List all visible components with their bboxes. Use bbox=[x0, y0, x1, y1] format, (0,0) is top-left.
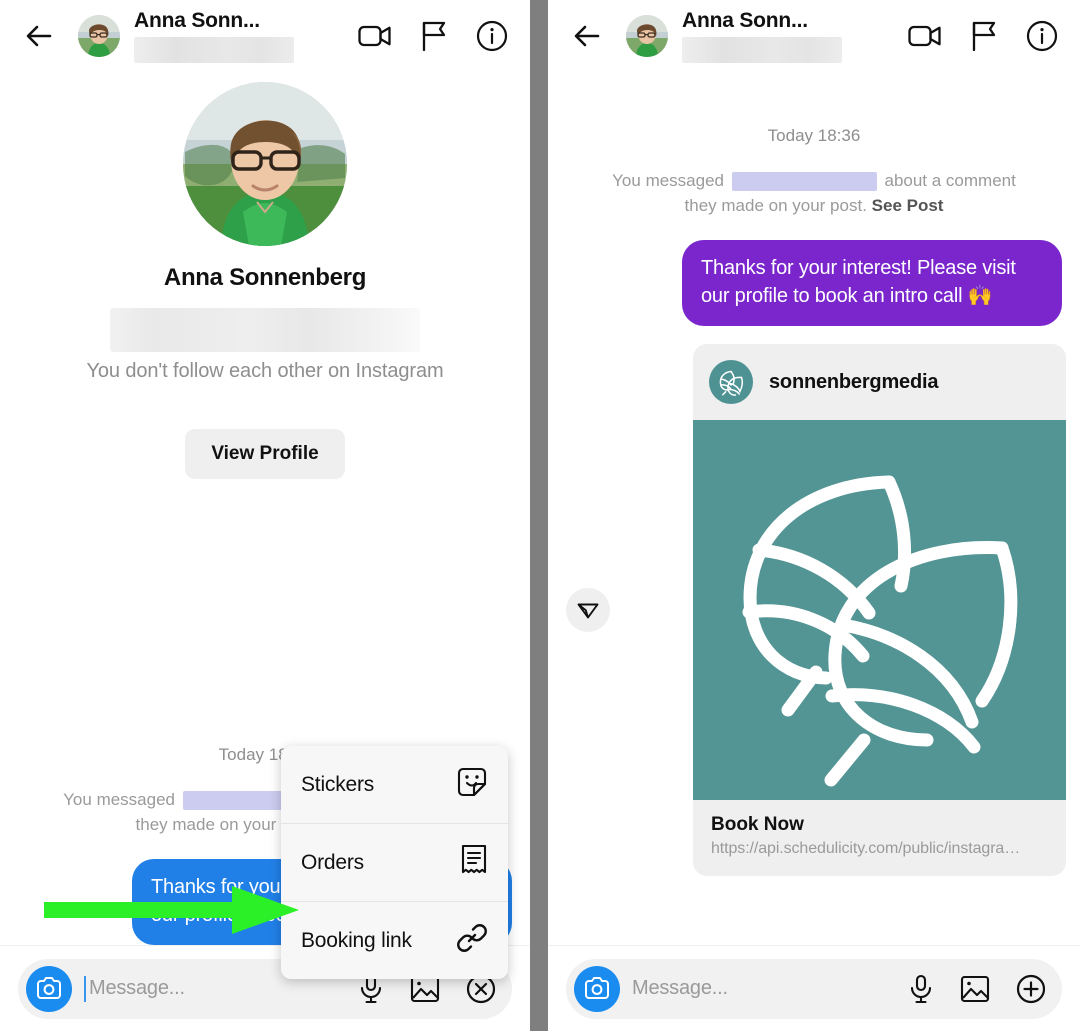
menu-item-orders[interactable]: Orders bbox=[281, 823, 508, 901]
message-composer-right: Message... bbox=[548, 945, 1080, 1031]
avatar-photo bbox=[78, 15, 120, 57]
day-timestamp: Today 18:36 bbox=[767, 126, 861, 145]
redacted-handle-bar bbox=[682, 37, 842, 63]
composer-pill: Message... bbox=[566, 958, 1062, 1019]
system-message-prefix: You messaged bbox=[63, 790, 176, 809]
menu-item-label: Stickers bbox=[301, 772, 375, 796]
right-screenshot-panel: Anna Sonn... Today 18:36 You messaged ab… bbox=[548, 0, 1080, 1031]
avatar[interactable] bbox=[626, 15, 668, 57]
link-card-image bbox=[693, 420, 1066, 800]
composer-action-icons bbox=[908, 974, 1046, 1004]
receipt-icon bbox=[460, 844, 488, 881]
link-icon bbox=[456, 922, 488, 959]
info-icon[interactable] bbox=[1026, 20, 1058, 52]
menu-item-label: Orders bbox=[301, 850, 364, 874]
info-icon[interactable] bbox=[476, 20, 508, 52]
profile-avatar[interactable] bbox=[183, 82, 347, 246]
chat-header-left: Anna Sonn... bbox=[0, 0, 530, 72]
link-card-header: sonnenbergmedia bbox=[693, 344, 1066, 420]
back-arrow-icon[interactable] bbox=[570, 19, 604, 53]
profile-name: Anna Sonnenberg bbox=[163, 264, 367, 291]
microphone-icon[interactable] bbox=[908, 974, 934, 1004]
system-message-prefix: You messaged bbox=[612, 171, 725, 190]
profile-photo bbox=[183, 82, 347, 246]
link-card-url: https://api.schedulicity.com/public/inst… bbox=[711, 840, 1021, 857]
leaf-logo-artwork bbox=[742, 475, 1018, 787]
video-call-icon[interactable] bbox=[908, 23, 942, 49]
chat-header-right: Anna Sonn... bbox=[548, 0, 1080, 72]
flag-icon[interactable] bbox=[420, 20, 448, 52]
follow-status-note: You don't follow each other on Instagram bbox=[86, 360, 444, 382]
attachment-popup-menu: Stickers Orders Booking link bbox=[281, 746, 508, 979]
message-thread-right: Today 18:36 You messaged about a comment… bbox=[548, 120, 1080, 876]
chat-title: Anna Sonn... bbox=[682, 9, 808, 32]
redacted-handle-bar bbox=[134, 37, 294, 63]
link-card-footer: Book Now https://api.schedulicity.com/pu… bbox=[693, 800, 1066, 876]
menu-item-booking-link[interactable]: Booking link bbox=[281, 901, 508, 979]
camera-icon[interactable] bbox=[574, 965, 620, 1012]
message-bubble[interactable]: Thanks for your interest! Please visit o… bbox=[682, 240, 1062, 326]
redacted-profile-handle-bar bbox=[110, 308, 420, 352]
video-call-icon[interactable] bbox=[358, 23, 392, 49]
menu-item-label: Booking link bbox=[301, 928, 412, 952]
link-card-row: sonnenbergmedia Book Now https://api.sch… bbox=[548, 326, 1080, 876]
two-screenshot-comparison: Anna Sonn... Anna Sonnenberg You don't f… bbox=[0, 0, 1080, 1031]
profile-block: Anna Sonnenberg You don't follow each ot… bbox=[0, 72, 530, 479]
view-profile-button[interactable]: View Profile bbox=[185, 429, 345, 479]
system-message: You messaged about a comment they made o… bbox=[548, 168, 1080, 218]
send-paperplane-icon[interactable] bbox=[566, 588, 610, 632]
chat-title: Anna Sonn... bbox=[134, 9, 260, 32]
menu-item-stickers[interactable]: Stickers bbox=[281, 746, 508, 823]
back-arrow-icon[interactable] bbox=[22, 19, 56, 53]
text-caret bbox=[84, 975, 86, 1002]
see-post-link[interactable]: See Post bbox=[872, 196, 944, 215]
panel-divider bbox=[530, 0, 548, 1031]
outgoing-message-row: Thanks for your interest! Please visit o… bbox=[548, 218, 1080, 326]
message-input-placeholder: Message... bbox=[89, 977, 185, 999]
avatar-photo bbox=[626, 15, 668, 57]
header-identity: Anna Sonn... bbox=[682, 9, 900, 63]
header-action-icons bbox=[908, 20, 1058, 52]
avatar[interactable] bbox=[78, 15, 120, 57]
header-identity: Anna Sonn... bbox=[134, 9, 350, 63]
left-screenshot-panel: Anna Sonn... Anna Sonnenberg You don't f… bbox=[0, 0, 530, 1031]
message-input[interactable]: Message... bbox=[84, 975, 346, 1002]
header-action-icons bbox=[358, 20, 508, 52]
gallery-icon[interactable] bbox=[960, 974, 990, 1004]
link-card-title: Book Now bbox=[711, 814, 804, 835]
plus-circle-icon[interactable] bbox=[1016, 974, 1046, 1004]
message-input[interactable]: Message... bbox=[632, 977, 896, 1000]
link-card-username: sonnenbergmedia bbox=[769, 370, 939, 393]
message-input-placeholder: Message... bbox=[632, 977, 728, 999]
flag-icon[interactable] bbox=[970, 20, 998, 52]
leaf-logo-icon bbox=[709, 360, 753, 404]
sticker-icon bbox=[456, 766, 488, 803]
link-preview-card[interactable]: sonnenbergmedia Book Now https://api.sch… bbox=[693, 344, 1066, 876]
camera-icon[interactable] bbox=[26, 965, 72, 1012]
redacted-username-bar bbox=[731, 172, 877, 192]
